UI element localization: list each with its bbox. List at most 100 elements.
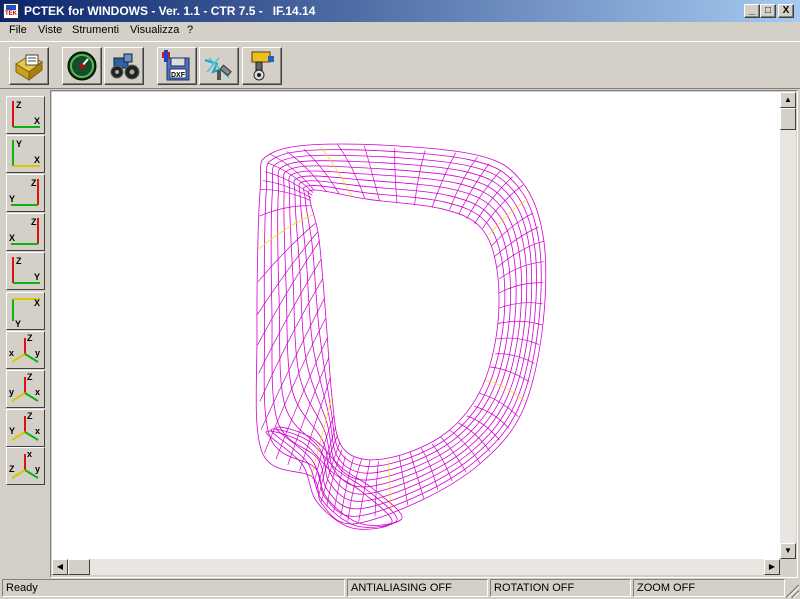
- horizontal-scrollbar[interactable]: ◀ ▶: [52, 559, 780, 575]
- axis-label: Y: [34, 272, 40, 282]
- axis-label: Z: [9, 464, 15, 474]
- vertical-scrollbar[interactable]: ▲ ▼: [780, 92, 796, 559]
- axis-label: y: [35, 464, 40, 474]
- axes-icon: Z Y x: [7, 410, 44, 446]
- wireframe-section: [258, 241, 320, 345]
- wireframe-flange: [266, 431, 392, 529]
- view-yz-left-button[interactable]: ZY: [6, 174, 45, 212]
- view-iso-3-button[interactable]: Z Yx: [6, 409, 45, 447]
- axis-label: Y: [15, 319, 21, 329]
- status-rotation: ROTATION OFF: [490, 579, 631, 597]
- wireframe-section: [259, 259, 322, 373]
- wireframe-section: [395, 148, 397, 203]
- open-file-icon: [13, 50, 45, 82]
- wireframe-ring: [304, 185, 505, 466]
- axis-label: y: [9, 387, 14, 397]
- menu-strumenti[interactable]: Strumenti: [72, 24, 119, 36]
- close-button[interactable]: X: [778, 4, 794, 18]
- axis-label: X: [34, 155, 40, 165]
- open-file-button[interactable]: [9, 47, 49, 85]
- axis-label: y: [35, 348, 40, 358]
- maximize-button[interactable]: □: [760, 4, 776, 18]
- axes-icon: Zy x: [7, 371, 44, 407]
- wireframe-section: [410, 452, 424, 499]
- drawing-canvas[interactable]: [52, 92, 780, 559]
- axes-icon: YX: [7, 293, 44, 329]
- view-toolbar: ZXYXZYZXZYYXZxyZyxZYxxZy: [0, 90, 50, 578]
- wireframe-section: [497, 338, 539, 344]
- axis-label: Z: [16, 100, 22, 110]
- vertical-scroll-thumb[interactable]: [780, 108, 796, 130]
- axis-label: x: [35, 387, 40, 397]
- view-xz-left-button[interactable]: ZX: [6, 213, 45, 251]
- model-viewport: ▲ ▼ ◀ ▶: [50, 90, 798, 578]
- view-iso-4-button[interactable]: x Zy: [6, 447, 45, 485]
- view-iso-2-button[interactable]: Zy x: [6, 370, 45, 408]
- axis-label: x: [9, 348, 14, 358]
- view-xy-button[interactable]: YX: [6, 135, 45, 173]
- app-icon[interactable]: TEK: [3, 3, 19, 19]
- resize-grip[interactable]: [786, 585, 799, 598]
- scroll-down-button[interactable]: ▼: [780, 543, 796, 559]
- scroll-left-button[interactable]: ◀: [52, 559, 68, 575]
- minimize-button[interactable]: _: [744, 4, 760, 18]
- tractor-icon: [108, 50, 140, 82]
- wireframe-section: [261, 298, 324, 429]
- wireframe-ring: [278, 161, 532, 502]
- wireframe-section: [375, 461, 378, 516]
- axis-label: Z: [27, 411, 33, 421]
- axis-label: Z: [31, 178, 37, 188]
- svg-text:DXF: DXF: [171, 72, 186, 79]
- scroll-corner: [780, 559, 796, 575]
- axes-icon: Zx y: [7, 332, 44, 368]
- cnc-tool-icon: [203, 50, 235, 82]
- scroll-right-button[interactable]: ▶: [764, 559, 780, 575]
- axis-label: x: [35, 426, 40, 436]
- status-antialiasing: ANTIALIASING OFF: [347, 579, 488, 597]
- axes-icon: ZY: [7, 253, 44, 289]
- dxf-save-icon: DXF: [161, 50, 193, 82]
- wireframe-ring: [299, 181, 511, 473]
- view-xz-button[interactable]: ZX: [6, 96, 45, 134]
- milling-machine-icon: [246, 50, 278, 82]
- wireframe-section: [260, 206, 311, 216]
- gauge-button[interactable]: [62, 47, 102, 85]
- status-ready: Ready: [2, 579, 345, 597]
- axis-label: x: [27, 449, 32, 459]
- menu-viste[interactable]: Viste: [38, 24, 62, 36]
- axes-icon: ZX: [7, 97, 44, 133]
- wireframe-section: [474, 406, 509, 428]
- cnc-tool-button[interactable]: [199, 47, 239, 85]
- axes-icon: YX: [7, 136, 44, 172]
- axis-label: Z: [27, 333, 33, 343]
- menu-file[interactable]: File: [9, 24, 27, 36]
- horizontal-scroll-thumb[interactable]: [68, 559, 90, 575]
- axes-icon: ZY: [7, 175, 44, 211]
- milling-button[interactable]: [242, 47, 282, 85]
- speedometer-icon: [66, 50, 98, 82]
- scroll-up-button[interactable]: ▲: [780, 92, 796, 108]
- status-zoom: ZOOM OFF: [633, 579, 785, 597]
- window-title: PCTEK for WINDOWS - Ver. 1.1 - CTR 7.5 -…: [24, 4, 315, 18]
- axis-label: Z: [16, 256, 22, 266]
- wireframe-section: [270, 154, 314, 190]
- tractor-button[interactable]: [104, 47, 144, 85]
- wireframe-section: [276, 338, 327, 459]
- wireframe-section: [441, 437, 466, 472]
- view-iso-1-button[interactable]: Zx y: [6, 331, 45, 369]
- view-yx-down-button[interactable]: YX: [6, 292, 45, 330]
- axis-label: X: [9, 233, 15, 243]
- main-toolbar: DXF: [0, 41, 800, 89]
- axis-label: Y: [9, 426, 15, 436]
- title-bar[interactable]: TEK PCTEK for WINDOWS - Ver. 1.1 - CTR 7…: [0, 0, 800, 22]
- wireframe-model: [52, 92, 780, 559]
- axis-label: X: [34, 116, 40, 126]
- axis-label: Z: [27, 372, 33, 382]
- dxf-export-button[interactable]: DXF: [157, 47, 197, 85]
- menu-visualizza[interactable]: Visualizza: [130, 24, 179, 36]
- menu-help[interactable]: ?: [187, 24, 193, 36]
- view-zy-button[interactable]: ZY: [6, 252, 45, 290]
- axis-label: Z: [31, 217, 37, 227]
- menu-bar: File Viste Strumenti Visualizza ?: [0, 22, 800, 40]
- axis-label: Y: [9, 194, 15, 204]
